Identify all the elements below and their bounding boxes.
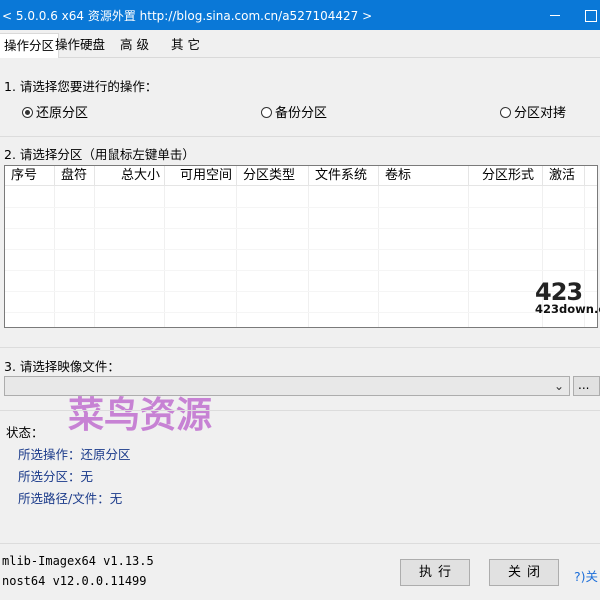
site-logo: 423 423down.c — [532, 278, 600, 320]
grid-line — [5, 312, 597, 313]
version-host: nost64 v12.0.0.11499 — [2, 574, 147, 588]
grid-line — [5, 270, 597, 271]
column-header-active[interactable]: 激活 — [543, 166, 585, 186]
close-button[interactable]: 关闭 — [489, 559, 559, 586]
grid-line — [5, 291, 597, 292]
column-header-total-size[interactable]: 总大小 — [95, 166, 165, 186]
divider — [0, 136, 600, 137]
radio-backup-partition[interactable]: 备份分区 — [261, 102, 328, 121]
divider — [0, 410, 600, 411]
radio-checked-icon — [22, 107, 33, 118]
execute-button[interactable]: 执行 — [400, 559, 470, 586]
radio-restore-label: 还原分区 — [36, 106, 89, 121]
tab-other[interactable]: 其 它 — [167, 35, 204, 57]
minimize-button[interactable] — [540, 0, 570, 30]
divider — [0, 347, 600, 348]
radio-copy-label: 分区对拷 — [514, 106, 567, 121]
status-partition: 所选分区：无 — [18, 469, 94, 484]
chevron-down-icon[interactable]: ⌄ — [554, 379, 564, 393]
tab-bar: 操作分区 操作硬盘 高 级 其 它 — [0, 30, 600, 59]
status-path: 所选路径/文件：无 — [18, 491, 123, 506]
browse-button[interactable]: ... — [573, 376, 600, 396]
step2-label: 2. 请选择分区（用鼠标左键单击） — [4, 147, 195, 162]
grid-line — [5, 228, 597, 229]
maximize-button[interactable] — [580, 0, 600, 30]
tab-operate-disk[interactable]: 操作硬盘 — [51, 35, 109, 57]
status-operation: 所选操作：还原分区 — [18, 447, 131, 462]
column-header-volume-label[interactable]: 卷标 — [379, 166, 469, 186]
watermark-text: 菜鸟资源 — [68, 394, 213, 436]
radio-copy-partition[interactable]: 分区对拷 — [500, 102, 567, 121]
column-header-free-space[interactable]: 可用空间 — [165, 166, 237, 186]
version-imagex: mlib-Imagex64 v1.13.5 — [2, 554, 154, 568]
window-title: < 5.0.0.6 x64 资源外置 http://blog.sina.com.… — [2, 9, 373, 23]
partition-table[interactable]: 序号 盘符 总大小 可用空间 分区类型 文件系统 卷标 分区形式 激活 — [4, 165, 598, 328]
main-panel: 1. 请选择您要进行的操作： 还原分区 备份分区 分区对拷 2. 请选择分区（用… — [0, 58, 600, 600]
column-header-drive[interactable]: 盘符 — [55, 166, 95, 186]
step1-label: 1. 请选择您要进行的操作： — [4, 79, 158, 94]
radio-backup-label: 备份分区 — [275, 106, 328, 121]
divider — [0, 543, 600, 544]
column-header-partition-style[interactable]: 分区形式 — [469, 166, 543, 186]
step3-label: 3. 请选择映像文件： — [4, 359, 120, 374]
radio-unchecked-icon — [261, 107, 272, 118]
logo-text-small: 423down.c — [535, 302, 600, 316]
column-header-index[interactable]: 序号 — [5, 166, 55, 186]
grid-line — [5, 249, 597, 250]
help-link[interactable]: ?)关 — [574, 566, 598, 585]
column-header-partition-type[interactable]: 分区类型 — [237, 166, 309, 186]
radio-restore-partition[interactable]: 还原分区 — [22, 102, 89, 121]
tab-advanced[interactable]: 高 级 — [116, 35, 153, 57]
status-title: 状态： — [6, 425, 44, 440]
table-header: 序号 盘符 总大小 可用空间 分区类型 文件系统 卷标 分区形式 激活 — [5, 166, 597, 186]
radio-unchecked-icon — [500, 107, 511, 118]
grid-line — [5, 207, 597, 208]
column-header-filesystem[interactable]: 文件系统 — [309, 166, 379, 186]
title-bar: < 5.0.0.6 x64 资源外置 http://blog.sina.com.… — [0, 0, 600, 30]
